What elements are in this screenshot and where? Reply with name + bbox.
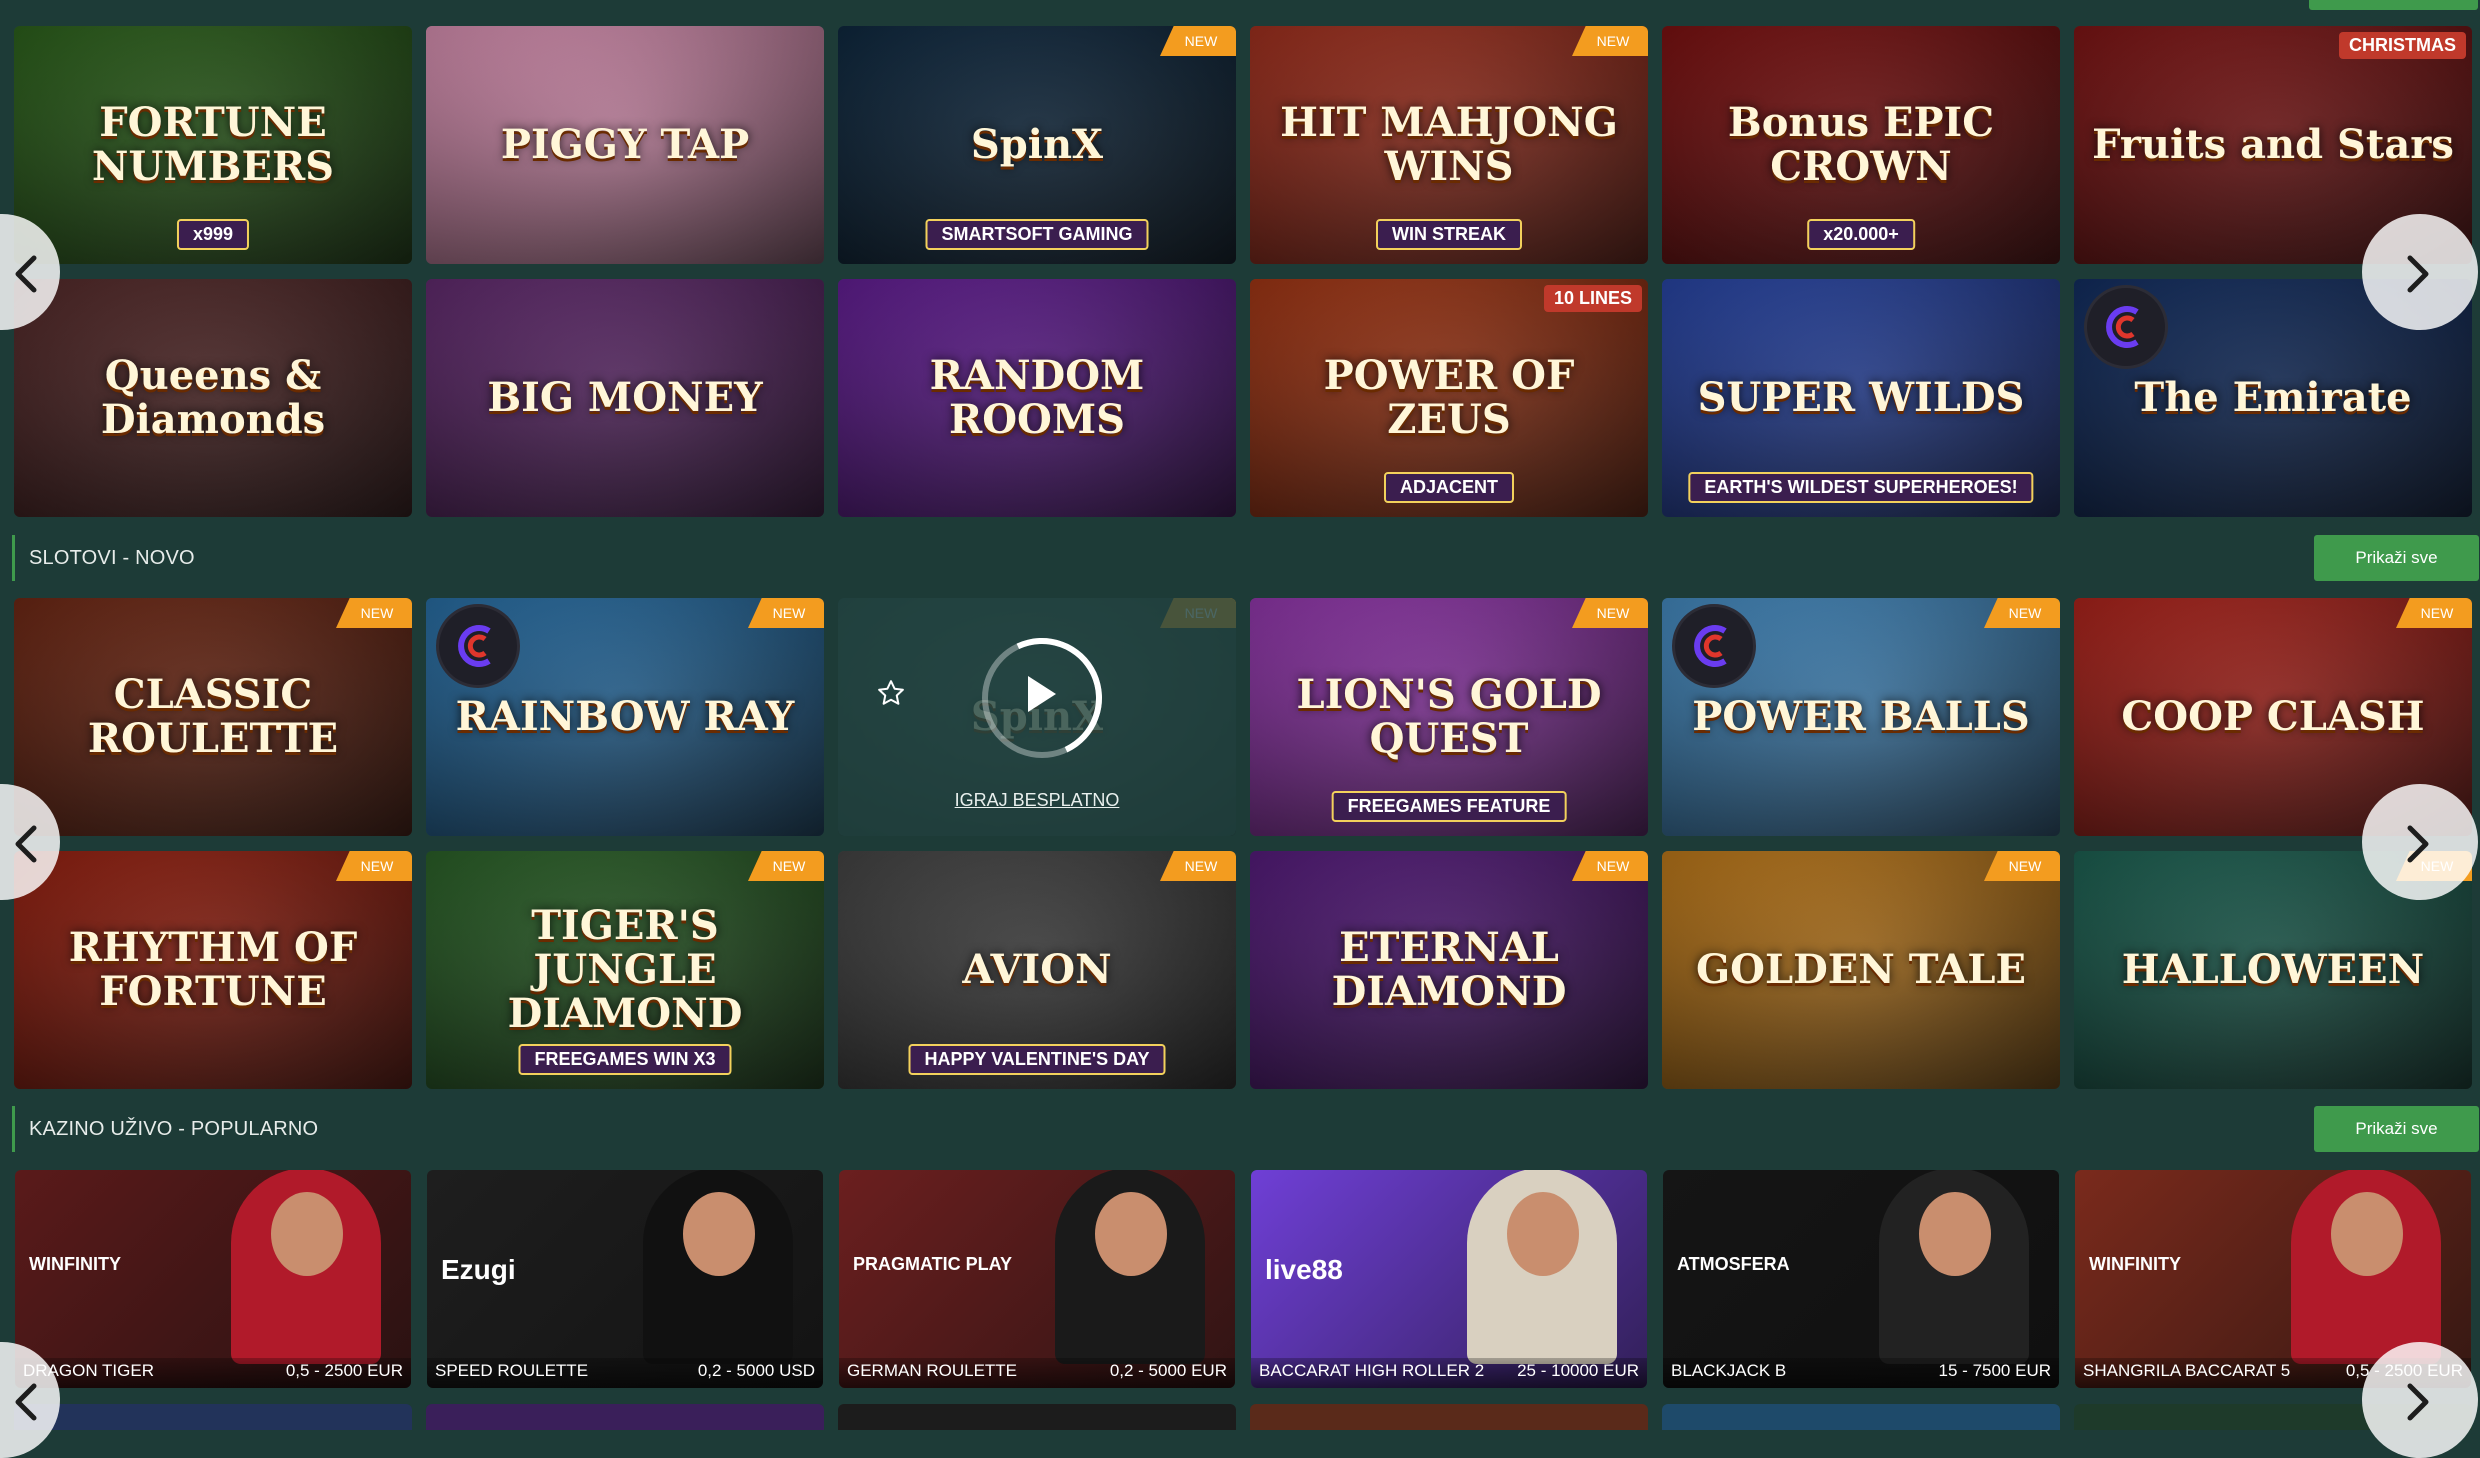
provider-logo: WINFINITY [2089, 1254, 2181, 1274]
provider-logo: live88 [1265, 1254, 1343, 1285]
provider-logo: WINFINITY [29, 1254, 121, 1274]
bet-limits: 15 - 7500 EUR [1938, 1361, 2051, 1380]
bet-limits: 0,2 - 5000 USD [697, 1361, 815, 1380]
next-row-tile-peek [1662, 1404, 2060, 1430]
game-name: BACCARAT HIGH ROLLER 2 [1259, 1361, 1485, 1380]
bet-limits: 25 - 10000 EUR [1517, 1361, 1639, 1380]
carousel-next-button[interactable] [2362, 1342, 2478, 1458]
game-name: SHANGRILA BACCARAT 5 [2083, 1361, 2291, 1380]
next-row-tile-peek [426, 1404, 824, 1430]
dealer-face [1919, 1192, 1991, 1276]
dealer-face [271, 1192, 343, 1276]
next-row-tile-peek [1250, 1404, 1648, 1430]
dealer-face [1095, 1192, 1167, 1276]
live-game-tile[interactable]: PRAGMATIC PLAY GERMAN ROULETTE 0,2 - 5000 … [839, 1170, 1235, 1388]
dealer-face [1507, 1192, 1579, 1276]
bet-limits: 0,5 - 2500 EUR [285, 1361, 403, 1380]
live-game-tile[interactable]: live88 BACCARAT HIGH ROLLER 2 25 - 10000 E… [1251, 1170, 1647, 1388]
dealer-face [683, 1192, 755, 1276]
bet-limits: 0,2 - 5000 EUR [1109, 1361, 1227, 1380]
provider-logo: ATMOSFERA [1677, 1254, 1790, 1274]
game-name: GERMAN ROULETTE [847, 1361, 1018, 1380]
live-game-tile[interactable]: WINFINITY DRAGON TIGER 0,5 - 2500 EUR [15, 1170, 411, 1388]
game-name: BLACKJACK B [1671, 1361, 1787, 1380]
live-game-tile[interactable]: Ezugi SPEED ROULETTE 0,2 - 5000 USD [427, 1170, 823, 1388]
live-casino-carousel: WINFINITY DRAGON TIGER 0,5 - 2500 EUR Ezugi… [0, 0, 2480, 1458]
provider-logo: Ezugi [441, 1254, 516, 1285]
game-name: SPEED ROULETTE [435, 1361, 589, 1380]
next-row-tile-peek [14, 1404, 412, 1430]
provider-logo: PRAGMATIC PLAY [853, 1254, 1013, 1274]
live-game-tile[interactable]: ATMOSFERA BLACKJACK B 15 - 7500 EUR [1663, 1170, 2059, 1388]
dealer-face [2331, 1192, 2403, 1276]
next-row-tile-peek [838, 1404, 1236, 1430]
